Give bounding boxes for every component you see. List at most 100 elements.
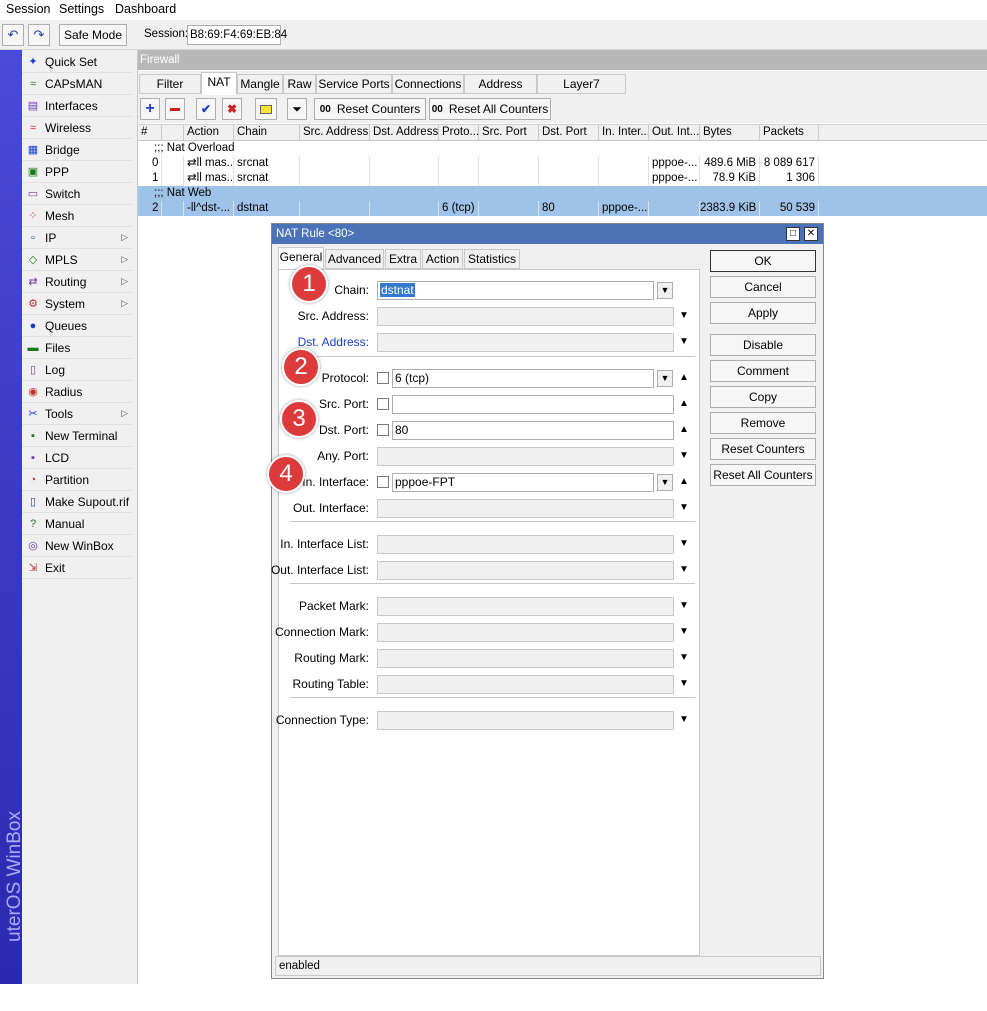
restore-button[interactable]: □ xyxy=(786,227,800,241)
menu-dashboard[interactable]: Dashboard xyxy=(115,2,176,16)
column-header[interactable]: Src. Address xyxy=(300,125,370,141)
session-value[interactable]: B8:69:F4:69:EB:84 xyxy=(187,25,287,45)
reset-counters-button[interactable]: 00 Reset Counters xyxy=(314,98,426,120)
disable-button[interactable]: ✖ xyxy=(222,98,242,120)
dst-port-field[interactable]: 80 xyxy=(392,421,674,440)
sidebar-item-system[interactable]: ⚙ System ▷ xyxy=(22,293,132,315)
sidebar-item-ppp[interactable]: ▣ PPP xyxy=(22,161,132,183)
src-address-field[interactable] xyxy=(377,307,674,326)
sidebar-item-lcd[interactable]: ▪ LCD xyxy=(22,447,132,469)
sidebar-item-bridge[interactable]: ▦ Bridge xyxy=(22,139,132,161)
dialog-tab-advanced[interactable]: Advanced xyxy=(325,249,384,269)
enable-button[interactable]: ✔ xyxy=(196,98,216,120)
in-interface-list-field[interactable] xyxy=(377,535,674,554)
dropdown-icon[interactable]: ▼ xyxy=(657,474,673,491)
comment-button[interactable]: Comment xyxy=(710,360,816,382)
chain-field[interactable]: dstnat xyxy=(377,281,654,300)
remove-button[interactable] xyxy=(165,98,185,120)
expand-arrow-icon[interactable]: ▼ xyxy=(679,652,689,663)
sidebar-item-ip[interactable]: ▫ IP ▷ xyxy=(22,227,132,249)
column-header[interactable]: # xyxy=(138,125,162,141)
tab-layer7-protocols[interactable]: Layer7 Protocols xyxy=(537,74,626,109)
expand-arrow-icon[interactable]: ▼ xyxy=(679,450,689,461)
protocol-field[interactable]: 6 (tcp) xyxy=(392,369,654,388)
src-port-negate-checkbox[interactable] xyxy=(377,398,389,410)
column-header[interactable]: Out. Int... xyxy=(649,125,700,141)
comment-button[interactable] xyxy=(255,98,277,120)
any-port-field[interactable] xyxy=(377,447,674,466)
close-button[interactable]: ✕ xyxy=(804,227,818,241)
out-interface-field[interactable] xyxy=(377,499,674,518)
sidebar-item-tools[interactable]: ✂ Tools ▷ xyxy=(22,403,132,425)
safe-mode-button[interactable]: Safe Mode xyxy=(59,24,127,46)
tab-nat[interactable]: NAT xyxy=(201,72,237,95)
disable-button[interactable]: Disable xyxy=(710,334,816,356)
connection-type-field[interactable] xyxy=(377,711,674,730)
apply-button[interactable]: Apply xyxy=(710,302,816,324)
sidebar-item-interfaces[interactable]: ▤ Interfaces xyxy=(22,95,132,117)
column-header[interactable]: Packets xyxy=(760,125,819,141)
sidebar-item-mesh[interactable]: ⁘ Mesh xyxy=(22,205,132,227)
tab-connections[interactable]: Connections xyxy=(392,74,464,94)
column-header[interactable]: In. Inter... xyxy=(599,125,649,141)
dialog-tab-statistics[interactable]: Statistics xyxy=(464,249,520,269)
expand-arrow-icon[interactable]: ▼ xyxy=(679,714,689,725)
sidebar-item-routing[interactable]: ⇄ Routing ▷ xyxy=(22,271,132,293)
expand-arrow-icon[interactable]: ▼ xyxy=(679,678,689,689)
reset-all-counters-button[interactable]: 00 Reset All Counters xyxy=(429,98,551,120)
sidebar-item-make-supout-rif[interactable]: ▯ Make Supout.rif xyxy=(22,491,132,513)
sidebar-item-new-terminal[interactable]: ▪ New Terminal xyxy=(22,425,132,447)
expand-arrow-icon[interactable]: ▼ xyxy=(679,626,689,637)
sidebar-item-partition[interactable]: ◔ Partition xyxy=(22,469,132,491)
menu-session[interactable]: Session xyxy=(6,2,50,16)
column-header[interactable]: Src. Port xyxy=(479,125,539,141)
filter-button[interactable]: ⏷ xyxy=(287,98,307,120)
add-button[interactable]: + xyxy=(140,98,160,120)
expand-arrow-icon[interactable]: ▼ xyxy=(679,502,689,513)
tab-address-lists[interactable]: Address Lists xyxy=(464,74,537,109)
routing-table-field[interactable] xyxy=(377,675,674,694)
routing-mark-field[interactable] xyxy=(377,649,674,668)
packet-mark-field[interactable] xyxy=(377,597,674,616)
tab-raw[interactable]: Raw xyxy=(283,74,316,94)
column-header[interactable]: Dst. Address xyxy=(370,125,439,141)
collapse-arrow-icon[interactable]: ▲ xyxy=(679,424,689,435)
sidebar-item-wireless[interactable]: ≈ Wireless xyxy=(22,117,132,139)
sidebar-item-queues[interactable]: ● Queues xyxy=(22,315,132,337)
sidebar-item-switch[interactable]: ▭ Switch xyxy=(22,183,132,205)
comment-row[interactable]: ;;; Nat Overload xyxy=(138,141,987,156)
undo-button[interactable]: ↶ xyxy=(2,24,24,46)
redo-button[interactable]: ↷ xyxy=(28,24,50,46)
table-row[interactable]: 1 ⇄ll mas... srcnat pppoe-... 78.9 KiB 1 306 xyxy=(138,171,987,186)
expand-arrow-icon[interactable]: ▼ xyxy=(679,564,689,575)
column-header[interactable]: Dst. Port xyxy=(539,125,599,141)
collapse-arrow-icon[interactable]: ▲ xyxy=(679,398,689,409)
in-interface-negate-checkbox[interactable] xyxy=(377,476,389,488)
comment-row[interactable]: ;;; Nat Web xyxy=(138,186,987,201)
table-row[interactable]: 0 ⇄ll mas... srcnat pppoe-... 489.6 MiB 8 089… xyxy=(138,156,987,171)
column-header[interactable]: Proto... xyxy=(439,125,479,141)
dropdown-icon[interactable]: ▼ xyxy=(657,370,673,387)
table-row[interactable]: 2 -ll^dst-... dstnat 6 (tcp) 80 pppoe-... 2383… xyxy=(138,201,987,216)
reset-counters-button[interactable]: Reset Counters xyxy=(710,438,816,460)
src-port-field[interactable] xyxy=(392,395,674,414)
sidebar-item-quick-set[interactable]: ✦ Quick Set xyxy=(22,51,132,73)
cancel-button[interactable]: Cancel xyxy=(710,276,816,298)
column-header[interactable]: Action xyxy=(184,125,234,141)
sidebar-item-new-winbox[interactable]: ◎ New WinBox xyxy=(22,535,132,557)
dropdown-icon[interactable]: ▼ xyxy=(657,282,673,299)
copy-button[interactable]: Copy xyxy=(710,386,816,408)
column-header[interactable]: Bytes xyxy=(700,125,760,141)
dst-address-field[interactable] xyxy=(377,333,674,352)
protocol-negate-checkbox[interactable] xyxy=(377,372,389,384)
sidebar-item-exit[interactable]: ⇲ Exit xyxy=(22,557,132,579)
sidebar-item-mpls[interactable]: ◇ MPLS ▷ xyxy=(22,249,132,271)
expand-arrow-icon[interactable]: ▼ xyxy=(679,310,689,321)
dst-port-negate-checkbox[interactable] xyxy=(377,424,389,436)
collapse-arrow-icon[interactable]: ▲ xyxy=(679,476,689,487)
sidebar-item-capsman[interactable]: ≈ CAPsMAN xyxy=(22,73,132,95)
dialog-tab-action[interactable]: Action xyxy=(422,249,463,269)
sidebar-item-manual[interactable]: ? Manual xyxy=(22,513,132,535)
out-interface-list-field[interactable] xyxy=(377,561,674,580)
column-header[interactable]: Chain xyxy=(234,125,300,141)
